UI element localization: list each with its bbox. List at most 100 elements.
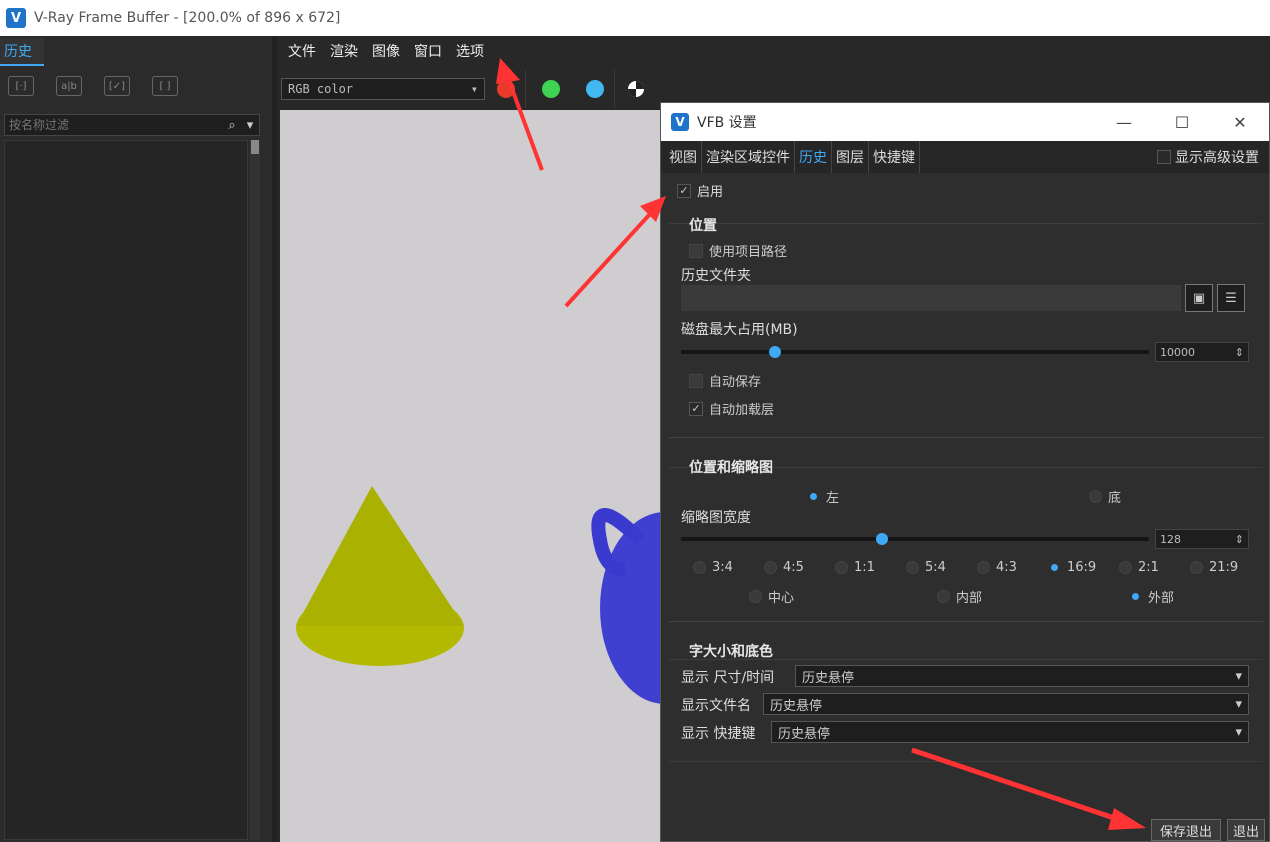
vray-logo-icon: V xyxy=(671,113,689,131)
advanced-settings-toggle[interactable]: 显示高级设置 xyxy=(1157,147,1259,167)
thumb-width-spinner[interactable]: 128 ⇕ xyxy=(1155,529,1249,549)
enable-label: 启用 xyxy=(697,185,724,200)
vray-logo-icon: V xyxy=(6,8,26,28)
history-clear-icon[interactable]: [ ] xyxy=(152,76,178,96)
advanced-checkbox[interactable] xyxy=(1157,150,1171,164)
save-folder-icon[interactable]: ▣ xyxy=(1185,284,1213,312)
ratio-label: 4:5 xyxy=(783,560,804,575)
tab-shortcuts[interactable]: 快捷键 xyxy=(869,141,920,173)
enable-checkbox[interactable]: ✓ xyxy=(677,183,691,198)
channel-select[interactable]: RGB color ▾ xyxy=(281,78,485,100)
channel-value: RGB color xyxy=(288,82,354,96)
history-panel: 历史 [·] a|b [✓] [ ] ⌕ ▾ xyxy=(0,36,272,842)
spinner-arrows-icon: ⇕ xyxy=(1234,345,1244,359)
ratio-option[interactable]: 5:4 xyxy=(906,560,946,575)
history-folder-input[interactable] xyxy=(681,285,1181,311)
save-exit-button[interactable]: 保存退出 xyxy=(1151,819,1221,841)
ratio-label: 1:1 xyxy=(854,560,875,575)
align-radio[interactable] xyxy=(749,590,762,603)
ratio-label: 21:9 xyxy=(1209,560,1239,575)
ratio-radio[interactable] xyxy=(1119,561,1132,574)
pos-bottom-radio[interactable] xyxy=(1089,490,1102,503)
chevron-down-icon[interactable]: ▾ xyxy=(241,118,259,133)
ratio-radio[interactable] xyxy=(906,561,919,574)
search-icon[interactable]: ⌕ xyxy=(223,118,241,133)
ratio-label: 5:4 xyxy=(925,560,946,575)
window-title: V-Ray Frame Buffer - [200.0% of 896 x 67… xyxy=(34,10,341,26)
history-list[interactable] xyxy=(4,140,248,840)
ratio-radio[interactable] xyxy=(693,561,706,574)
ratio-option[interactable]: 16:9 xyxy=(1048,560,1096,575)
close-icon[interactable]: ✕ xyxy=(1211,113,1269,132)
align-radio[interactable] xyxy=(937,590,950,603)
disk-max-spinner[interactable]: 10000 ⇕ xyxy=(1155,342,1249,362)
thumb-width-slider[interactable] xyxy=(681,537,1149,541)
show-shortcut-label: 显示 快捷键 xyxy=(681,726,756,742)
ratio-option[interactable]: 3:4 xyxy=(693,560,733,575)
pos-left-option[interactable]: 左 xyxy=(807,487,839,506)
auto-save-row: 自动保存 xyxy=(689,371,761,390)
tab-history[interactable]: 历史 xyxy=(795,141,832,173)
ratio-option[interactable]: 21:9 xyxy=(1190,560,1238,575)
show-size-time-value: 历史悬停 xyxy=(802,670,855,686)
align-option[interactable]: 外部 xyxy=(1129,587,1174,606)
tab-region-controls[interactable]: 渲染区域控件 xyxy=(702,141,795,173)
tab-history[interactable]: 历史 xyxy=(0,38,44,66)
dialog-controls: — ☐ ✕ xyxy=(1095,113,1269,132)
align-radio[interactable] xyxy=(1129,590,1142,603)
menu-image[interactable]: 图像 xyxy=(372,41,400,61)
ratio-radio[interactable] xyxy=(977,561,990,574)
green-channel-icon[interactable] xyxy=(542,80,560,98)
maximize-icon[interactable]: ☐ xyxy=(1153,113,1211,132)
ratio-option[interactable]: 4:3 xyxy=(977,560,1017,575)
menu-bar: 文件 渲染 图像 窗口 选项 xyxy=(278,36,1270,66)
location-header: 位置 xyxy=(689,218,717,234)
history-scrollbar[interactable] xyxy=(250,140,260,840)
align-option[interactable]: 中心 xyxy=(749,587,794,606)
pos-bottom-option[interactable]: 底 xyxy=(1089,487,1121,506)
ratio-option[interactable]: 2:1 xyxy=(1119,560,1159,575)
tab-layers[interactable]: 图层 xyxy=(832,141,869,173)
history-filter-input[interactable] xyxy=(5,118,223,132)
history-save-icon[interactable]: [·] xyxy=(8,76,34,96)
thumb-width-slider-handle[interactable] xyxy=(876,533,889,545)
auto-save-checkbox[interactable] xyxy=(689,373,703,388)
disk-max-slider[interactable] xyxy=(681,350,1149,354)
ratio-option[interactable]: 1:1 xyxy=(835,560,875,575)
use-project-path-row: 使用项目路径 xyxy=(689,241,787,260)
ratio-radio[interactable] xyxy=(1048,561,1061,574)
scrollbar-thumb[interactable] xyxy=(251,140,259,154)
browse-folder-icon[interactable]: ☰ xyxy=(1217,284,1245,312)
red-channel-icon[interactable] xyxy=(497,80,515,98)
show-filename-select[interactable]: 历史悬停 ▾ xyxy=(763,693,1249,715)
ratio-radio[interactable] xyxy=(835,561,848,574)
dialog-tabs: 视图 渲染区域控件 历史 图层 快捷键 显示高级设置 xyxy=(661,141,1269,173)
menu-window[interactable]: 窗口 xyxy=(414,41,442,61)
exit-button[interactable]: 退出 xyxy=(1227,819,1265,841)
disk-max-value: 10000 xyxy=(1160,345,1195,359)
tab-view[interactable]: 视图 xyxy=(665,141,702,173)
use-project-path-checkbox[interactable] xyxy=(689,243,703,258)
align-option[interactable]: 内部 xyxy=(937,587,982,606)
auto-load-checkbox[interactable]: ✓ xyxy=(689,401,703,416)
history-load-icon[interactable]: [✓] xyxy=(104,76,130,96)
ab-compare-icon[interactable]: a|b xyxy=(56,76,82,96)
ratio-option[interactable]: 4:5 xyxy=(764,560,804,575)
chevron-down-icon: ▾ xyxy=(1235,724,1242,740)
alpha-channel-icon[interactable] xyxy=(627,80,645,98)
show-shortcut-select[interactable]: 历史悬停 ▾ xyxy=(771,721,1249,743)
menu-render[interactable]: 渲染 xyxy=(330,41,358,61)
menu-file[interactable]: 文件 xyxy=(288,41,316,61)
ratio-radio[interactable] xyxy=(764,561,777,574)
minimize-icon[interactable]: — xyxy=(1095,113,1153,132)
history-filter-box: ⌕ ▾ xyxy=(4,114,260,136)
show-size-time-select[interactable]: 历史悬停 ▾ xyxy=(795,665,1249,687)
blue-channel-icon[interactable] xyxy=(586,80,604,98)
menu-options[interactable]: 选项 xyxy=(456,41,484,61)
render-viewport[interactable] xyxy=(280,110,680,842)
ratio-radio[interactable] xyxy=(1190,561,1203,574)
disk-max-slider-handle[interactable] xyxy=(768,346,781,358)
chevron-down-icon: ▾ xyxy=(470,82,478,96)
pos-left-radio[interactable] xyxy=(807,490,820,503)
pos-left-label: 左 xyxy=(826,491,840,506)
